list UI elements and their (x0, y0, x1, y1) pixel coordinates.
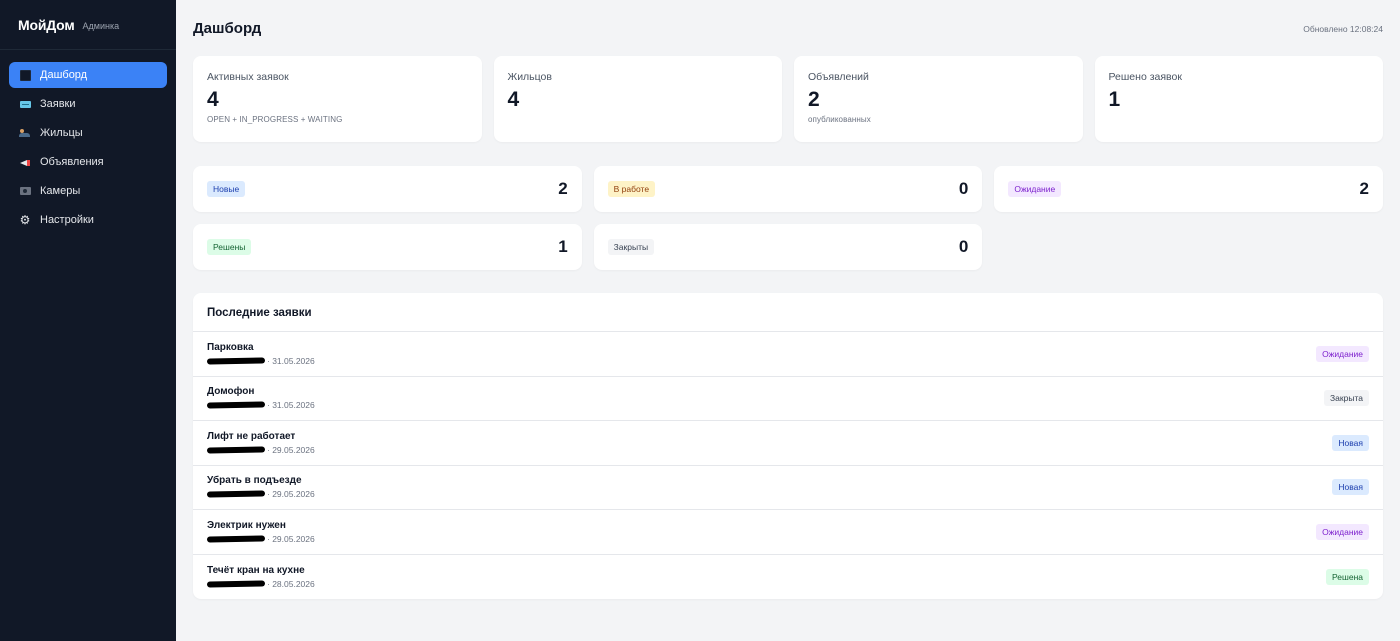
stat-card-resolved: Решено заявок 1 (1094, 56, 1383, 142)
megaphone-icon (19, 156, 31, 168)
sidebar-item-label: Настройки (40, 214, 94, 226)
ticket-title: Домофон (207, 386, 255, 398)
stat-value: 4 (207, 88, 219, 111)
sidebar: МойДом Админка Дашборд Заявки Жильцы Объ… (0, 0, 176, 641)
sidebar-item-label: Камеры (40, 185, 81, 197)
redacted-author (206, 580, 266, 588)
status-card-closed[interactable]: Закрыты 0 (593, 224, 983, 270)
status-badge: Решена (1326, 568, 1369, 585)
ticket-meta: · 29.05.2026 (206, 444, 315, 455)
status-count: 0 (958, 179, 969, 198)
status-count: 1 (558, 237, 568, 256)
ticket-title: Убрать в подъезде (207, 475, 302, 487)
status-badge: Ожидание (1316, 345, 1369, 362)
stat-label: Жильцов (507, 71, 552, 83)
stat-card-residents: Жильцов 4 (493, 56, 782, 142)
redacted-author (206, 401, 266, 409)
camera-icon (19, 185, 31, 197)
stat-label: Объявлений (808, 71, 869, 83)
status-badge: Новая (1332, 434, 1369, 451)
list-item[interactable]: Убрать в подъезде · 29.05.2026 Новая (193, 466, 1383, 510)
updated-timestamp: Обновлено 12:08:24 (1303, 23, 1383, 34)
stat-value: 2 (808, 88, 820, 111)
main-content: Дашборд Обновлено 12:08:24 Активных заяв… (176, 0, 1400, 641)
stat-sub: OPEN + IN_PROGRESS + WAITING (207, 115, 343, 124)
brand-name: МойДом (18, 16, 75, 33)
stat-label: Активных заявок (207, 71, 289, 83)
ticket-meta: · 29.05.2026 (206, 489, 315, 500)
sidebar-item-residents[interactable]: Жильцы (9, 120, 167, 146)
redacted-author (206, 357, 266, 365)
status-count: 2 (558, 179, 568, 198)
stat-value: 1 (1108, 88, 1121, 111)
ticket-date: · 31.05.2026 (267, 400, 315, 411)
ticket-icon (19, 98, 31, 110)
list-item[interactable]: Лифт не работает · 29.05.2026 Новая (193, 421, 1383, 466)
ticket-date: · 31.05.2026 (267, 355, 315, 366)
status-card-new[interactable]: Новые 2 (193, 166, 582, 212)
status-card-resolved[interactable]: Решены 1 (193, 224, 582, 270)
status-badge: Закрыты (607, 239, 655, 255)
status-badge: В работе (607, 181, 656, 197)
sidebar-item-label: Заявки (40, 98, 76, 110)
sidebar-item-label: Дашборд (40, 69, 88, 81)
status-badge: Новая (1332, 479, 1369, 496)
ticket-date: · 29.05.2026 (267, 489, 315, 500)
redacted-author (206, 490, 266, 498)
ticket-meta: · 31.05.2026 (206, 355, 315, 366)
stat-value: 4 (507, 88, 520, 111)
ticket-meta: · 29.05.2026 (206, 533, 315, 544)
residents-icon (19, 127, 31, 139)
brand[interactable]: МойДом Админка (0, 0, 176, 50)
sidebar-item-tickets[interactable]: Заявки (9, 91, 167, 117)
status-badge: Ожидание (1008, 181, 1062, 197)
ticket-title: Парковка (207, 341, 254, 353)
status-badge: Новые (207, 181, 246, 197)
status-badge: Закрыта (1324, 390, 1369, 407)
page-header: Дашборд Обновлено 12:08:24 (193, 0, 1383, 56)
list-item[interactable]: Течёт кран на кухне · 28.05.2026 Решена (193, 555, 1383, 600)
list-item[interactable]: Домофон · 31.05.2026 Закрыта (193, 377, 1383, 421)
sidebar-nav: Дашборд Заявки Жильцы Объявления Камеры … (0, 50, 176, 248)
status-count: 0 (958, 237, 969, 256)
page-title: Дашборд (193, 20, 262, 37)
ticket-date: · 28.05.2026 (267, 578, 315, 589)
stat-label: Решено заявок (1108, 71, 1182, 83)
brand-subtitle: Админка (82, 21, 120, 31)
stat-cards: Активных заявок 4 OPEN + IN_PROGRESS + W… (193, 56, 1383, 142)
sidebar-item-dashboard[interactable]: Дашборд (9, 62, 167, 88)
redacted-author (206, 446, 266, 454)
list-item[interactable]: Электрик нужен · 29.05.2026 Ожидание (193, 510, 1383, 555)
ticket-title: Лифт не работает (207, 430, 296, 442)
sidebar-item-announcements[interactable]: Объявления (9, 149, 167, 175)
recent-tickets: Последние заявки Парковка · 31.05.2026 О… (193, 293, 1383, 599)
dashboard-icon (19, 69, 31, 81)
ticket-date: · 29.05.2026 (267, 533, 315, 544)
status-cards: Новые 2 В работе 0 Ожидание 2 Решены 1 З… (193, 166, 1383, 270)
ticket-meta: · 28.05.2026 (206, 578, 315, 589)
status-badge: Решены (207, 239, 252, 255)
list-item[interactable]: Парковка · 31.05.2026 Ожидание (193, 332, 1383, 377)
stat-card-active-tickets: Активных заявок 4 OPEN + IN_PROGRESS + W… (193, 56, 482, 142)
ticket-meta: · 31.05.2026 (206, 400, 315, 411)
gear-icon: ⚙ (19, 213, 31, 227)
stat-card-announcements: Объявлений 2 опубликованных (794, 56, 1083, 142)
status-card-in-progress[interactable]: В работе 0 (593, 166, 983, 212)
sidebar-item-label: Жильцы (40, 127, 83, 139)
ticket-title: Электрик нужен (207, 519, 286, 531)
status-count: 2 (1359, 179, 1369, 198)
sidebar-item-cameras[interactable]: Камеры (9, 178, 167, 204)
recent-tickets-title: Последние заявки (193, 293, 1383, 332)
ticket-date: · 29.05.2026 (267, 444, 315, 455)
status-badge: Ожидание (1316, 523, 1369, 540)
sidebar-item-settings[interactable]: ⚙ Настройки (9, 207, 167, 233)
stat-sub: опубликованных (808, 115, 871, 124)
sidebar-item-label: Объявления (40, 156, 104, 168)
status-card-waiting[interactable]: Ожидание 2 (994, 166, 1383, 212)
ticket-title: Течёт кран на кухне (207, 564, 305, 576)
redacted-author (206, 535, 266, 543)
